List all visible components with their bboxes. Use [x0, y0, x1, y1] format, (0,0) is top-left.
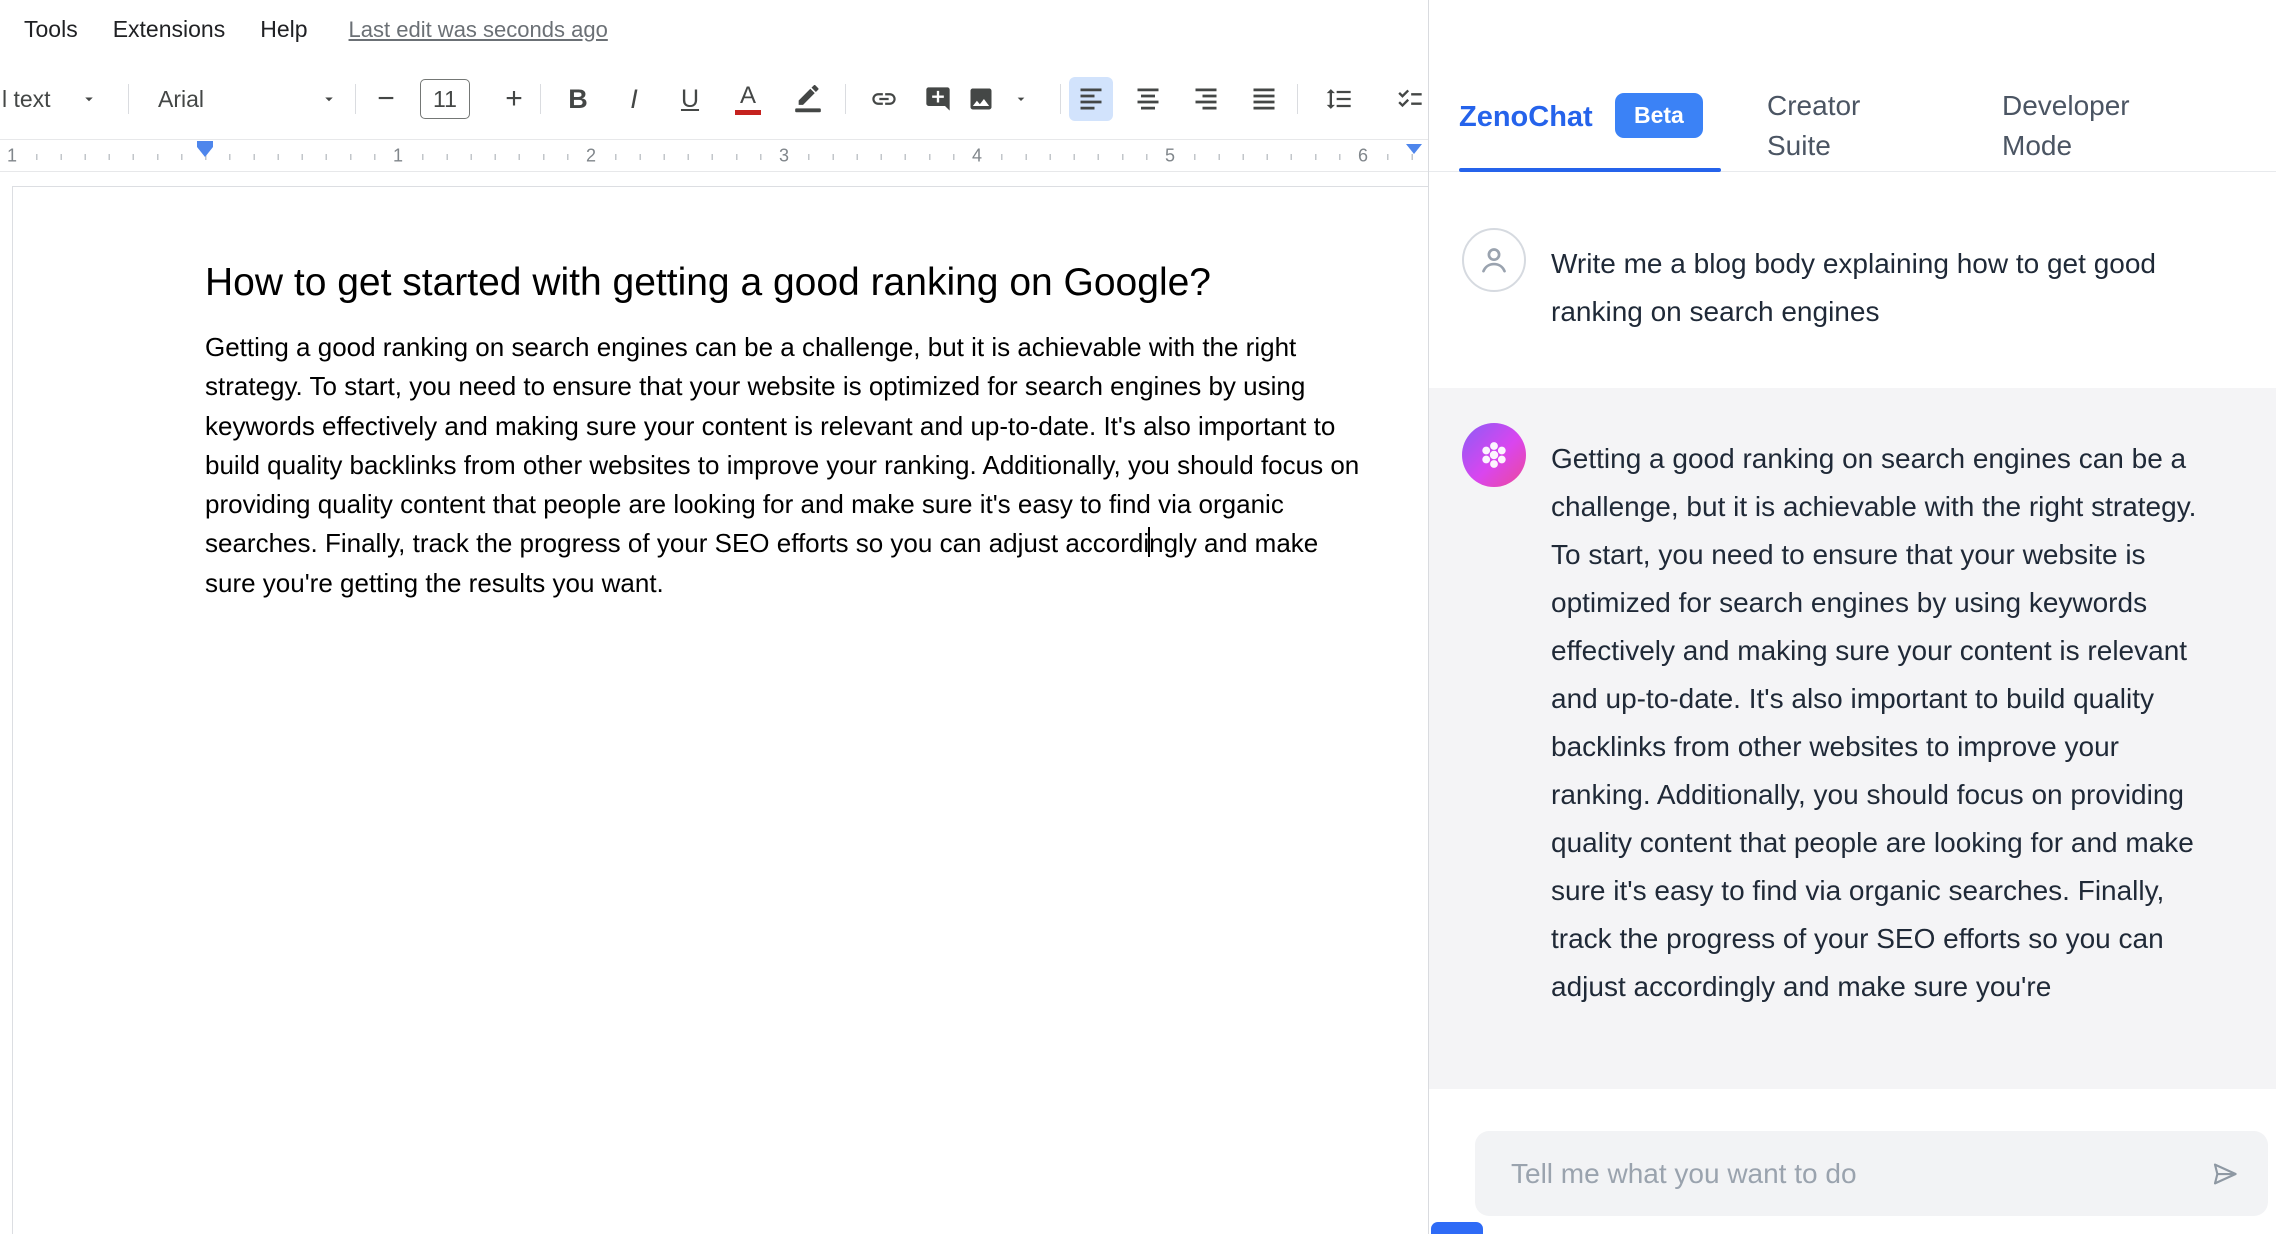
ruler-number: 6 [1352, 145, 1374, 166]
docs-toolbar: l text Arial − 11 + B I U A [0, 59, 1428, 139]
menu-extensions[interactable]: Extensions [111, 14, 228, 45]
tab-zenochat[interactable]: ZenoChat [1459, 101, 1593, 134]
ruler-number: 1 [387, 145, 409, 166]
chevron-down-icon [320, 90, 338, 108]
menu-help[interactable]: Help [258, 14, 309, 45]
bottom-partial-button[interactable] [1431, 1222, 1483, 1234]
toolbar-separator [540, 84, 541, 114]
align-justify-button[interactable] [1242, 77, 1286, 121]
minus-icon: − [377, 84, 395, 114]
text-color-icon: A [735, 84, 761, 115]
font-family-label: Arial [158, 86, 204, 113]
align-left-button[interactable] [1069, 77, 1113, 121]
highlight-color-button[interactable] [786, 77, 830, 121]
link-icon [870, 85, 898, 113]
decrease-font-size-button[interactable]: − [366, 77, 406, 121]
person-icon [1476, 242, 1512, 278]
insert-image-button[interactable] [965, 77, 1031, 121]
bold-button[interactable]: B [556, 77, 600, 121]
align-center-icon [1134, 85, 1162, 113]
tab-creator-suite[interactable]: Creator Suite [1767, 86, 1895, 166]
align-right-icon [1192, 85, 1220, 113]
brain-flower-icon [1476, 437, 1512, 473]
align-left-icon [1077, 85, 1105, 113]
tab-developer-mode[interactable]: Developer Mode [2002, 86, 2152, 166]
ruler-number: 1 [1, 145, 23, 166]
document-title[interactable]: How to get started with getting a good r… [205, 261, 1405, 305]
menu-tools[interactable]: Tools [22, 14, 80, 45]
chat-input[interactable] [1475, 1158, 2268, 1190]
user-avatar [1462, 228, 1526, 292]
font-family-dropdown[interactable]: Arial [150, 77, 346, 121]
align-right-button[interactable] [1184, 77, 1228, 121]
send-plane-icon [2210, 1154, 2240, 1194]
ruler-number: 3 [773, 145, 795, 166]
ruler-number: 5 [1159, 145, 1181, 166]
plus-icon: + [505, 84, 523, 114]
horizontal-ruler[interactable]: 1 1 2 3 4 5 6 [0, 139, 1428, 172]
textcortex-logo-icon [1475, 0, 1509, 9]
chevron-down-icon [80, 90, 98, 108]
highlighter-icon [794, 85, 822, 113]
toolbar-separator [1297, 84, 1298, 114]
comment-add-icon [924, 85, 952, 113]
assistant-avatar [1462, 423, 1526, 487]
google-docs-pane: Tools Extensions Help Last edit was seco… [0, 0, 1428, 1234]
left-indent-marker[interactable] [197, 141, 213, 157]
italic-icon: I [630, 84, 638, 115]
add-comment-button[interactable] [916, 77, 960, 121]
beta-badge: Beta [1615, 93, 1703, 138]
toolbar-separator [845, 84, 846, 114]
assistant-message-block: Getting a good ranking on search engines… [1429, 388, 2276, 1089]
italic-button[interactable]: I [612, 77, 656, 121]
font-size-input[interactable]: 11 [420, 77, 470, 121]
docs-menubar: Tools Extensions Help Last edit was seco… [0, 0, 1428, 59]
chevron-down-icon [1013, 91, 1029, 107]
insert-link-button[interactable] [862, 77, 906, 121]
active-tab-underline [1459, 168, 1721, 172]
assistant-message: Getting a good ranking on search engines… [1551, 435, 2206, 1011]
ruler-number: 4 [966, 145, 988, 166]
user-message: Write me a blog body explaining how to g… [1551, 240, 2191, 336]
document-body[interactable]: Getting a good ranking on search engines… [205, 328, 1365, 603]
toolbar-separator [1060, 84, 1061, 114]
underline-button[interactable]: U [668, 77, 712, 121]
increase-font-size-button[interactable]: + [494, 77, 534, 121]
last-edit-link[interactable]: Last edit was seconds ago [349, 17, 608, 43]
document-canvas: How to get started with getting a good r… [0, 173, 1428, 1234]
text-color-button[interactable]: A [726, 77, 770, 121]
align-justify-icon [1250, 85, 1278, 113]
line-spacing-button[interactable] [1317, 77, 1361, 121]
send-button[interactable] [2204, 1153, 2246, 1195]
align-center-button[interactable] [1126, 77, 1170, 121]
toolbar-separator [128, 84, 129, 114]
image-icon [967, 85, 995, 113]
zenochat-panel: ZenoChat Beta Creator Suite Developer Mo… [1428, 0, 2276, 1234]
checklist-icon [1396, 85, 1424, 113]
bold-icon: B [568, 84, 588, 115]
paragraph-style-dropdown[interactable]: l text [0, 77, 104, 121]
font-size-value: 11 [420, 79, 470, 119]
right-indent-marker[interactable] [1406, 144, 1422, 154]
paragraph-style-label: l text [2, 86, 51, 113]
line-spacing-icon [1325, 85, 1353, 113]
underline-icon: U [681, 85, 699, 114]
ruler-number: 2 [580, 145, 602, 166]
document-page[interactable]: How to get started with getting a good r… [12, 186, 1428, 1234]
checklist-button[interactable] [1388, 77, 1428, 121]
chat-input-container [1475, 1131, 2268, 1216]
ruler-ticks [0, 154, 1428, 160]
toolbar-separator [355, 84, 356, 114]
body-text-before-cursor: Getting a good ranking on search engines… [205, 332, 1359, 558]
